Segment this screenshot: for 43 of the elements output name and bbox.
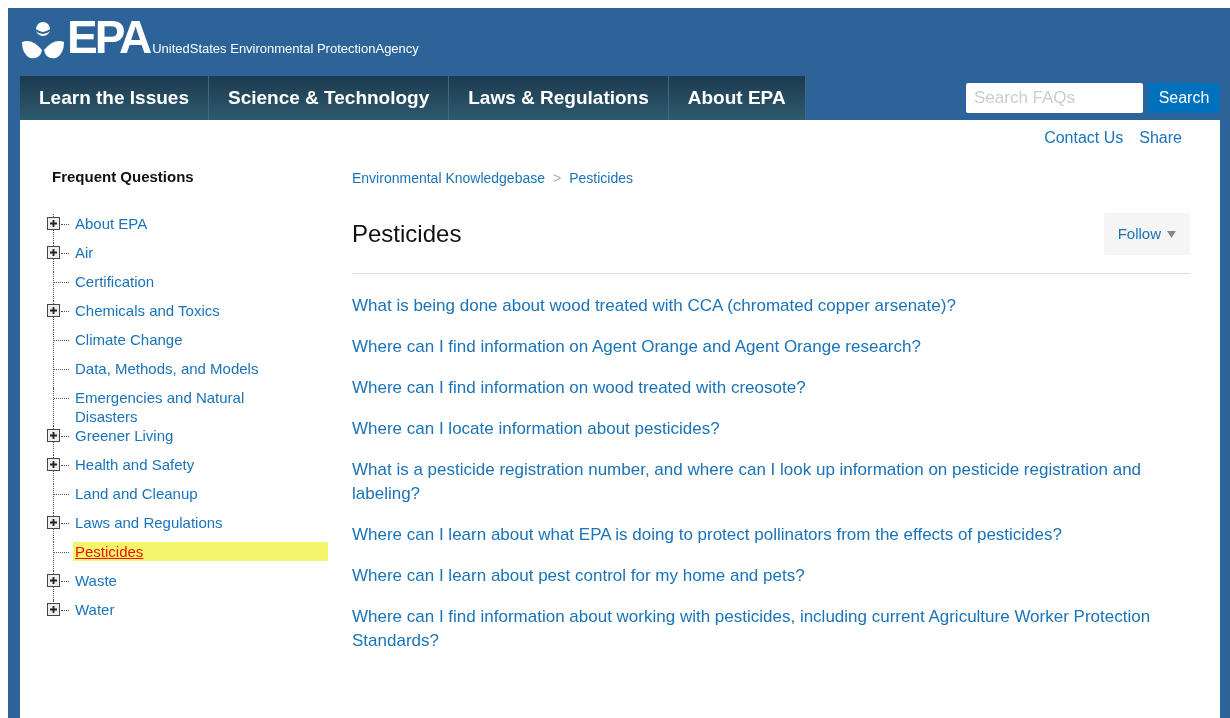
tree-item[interactable]: Data, Methods, and Models (73, 358, 273, 378)
question-link[interactable]: Where can I learn about what EPA is doing to protect pollinators from the effects of pesticides? (352, 523, 1152, 547)
agency-name: UnitedStates Environmental ProtectionAgency (152, 39, 419, 58)
tree-item[interactable]: Laws and Regulations (73, 512, 273, 532)
expand-icon[interactable] (47, 574, 60, 587)
tree-item[interactable]: Pesticides (73, 541, 328, 561)
logo-icon (20, 20, 66, 60)
expand-icon[interactable] (47, 429, 60, 442)
tree-item[interactable]: Certification (73, 271, 273, 291)
tree-item[interactable]: Greener Living (73, 425, 273, 445)
tree-item[interactable]: Waste (73, 570, 273, 590)
tree-item[interactable]: Chemicals and Toxics (73, 300, 273, 320)
expand-icon[interactable] (47, 603, 60, 616)
question-link[interactable]: Where can I locate information about pesticides? (352, 417, 1152, 441)
search-button[interactable]: Search (1148, 83, 1220, 113)
question-link[interactable]: Where can I find information about working with pesticides, including current Agriculture Worker Protection Standards? (352, 605, 1152, 653)
breadcrumb-link[interactable]: Environmental Knowledgebase (352, 168, 545, 189)
tree-item[interactable]: Water (73, 599, 273, 619)
question-link[interactable]: Where can I learn about pest control for my home and pets? (352, 564, 1152, 588)
expand-icon[interactable] (47, 516, 60, 529)
tree-item[interactable]: Air (73, 242, 273, 262)
tree-item[interactable]: Climate Change (73, 329, 273, 349)
question-link[interactable]: What is being done about wood treated with CCA (chromated copper arsenate)? (352, 294, 1152, 318)
tree-item[interactable]: About EPA (73, 213, 273, 233)
question-link[interactable]: Where can I find information on wood treated with creosote? (352, 376, 1152, 400)
utility-link[interactable]: Share (1139, 126, 1182, 150)
caret-icon (1167, 230, 1176, 238)
breadcrumb-link[interactable]: Pesticides (569, 168, 633, 189)
breadcrumb-separator: > (553, 169, 562, 188)
expand-icon[interactable] (47, 458, 60, 471)
follow-button[interactable]: Follow (1103, 213, 1190, 255)
tree-item[interactable]: Land and Cleanup (73, 483, 273, 503)
tree-item[interactable]: Health and Safety (73, 454, 273, 474)
question-link[interactable]: Where can I find information on Agent Orange and Agent Orange research? (352, 335, 1152, 359)
expand-icon[interactable] (47, 246, 60, 259)
expand-icon[interactable] (47, 304, 60, 317)
tree-item[interactable]: Emergencies and Natural Disasters (73, 387, 273, 426)
sidebar-title: Frequent Questions (52, 167, 195, 187)
logo-wordmark: EPA (67, 14, 150, 60)
expand-icon[interactable] (47, 217, 60, 230)
utility-link[interactable]: Contact Us (1044, 126, 1124, 150)
page-title: Pesticides (352, 219, 462, 249)
question-link[interactable]: What is a pesticide registration number, and where can I look up information on pesticide registration and labeling? (352, 458, 1152, 506)
